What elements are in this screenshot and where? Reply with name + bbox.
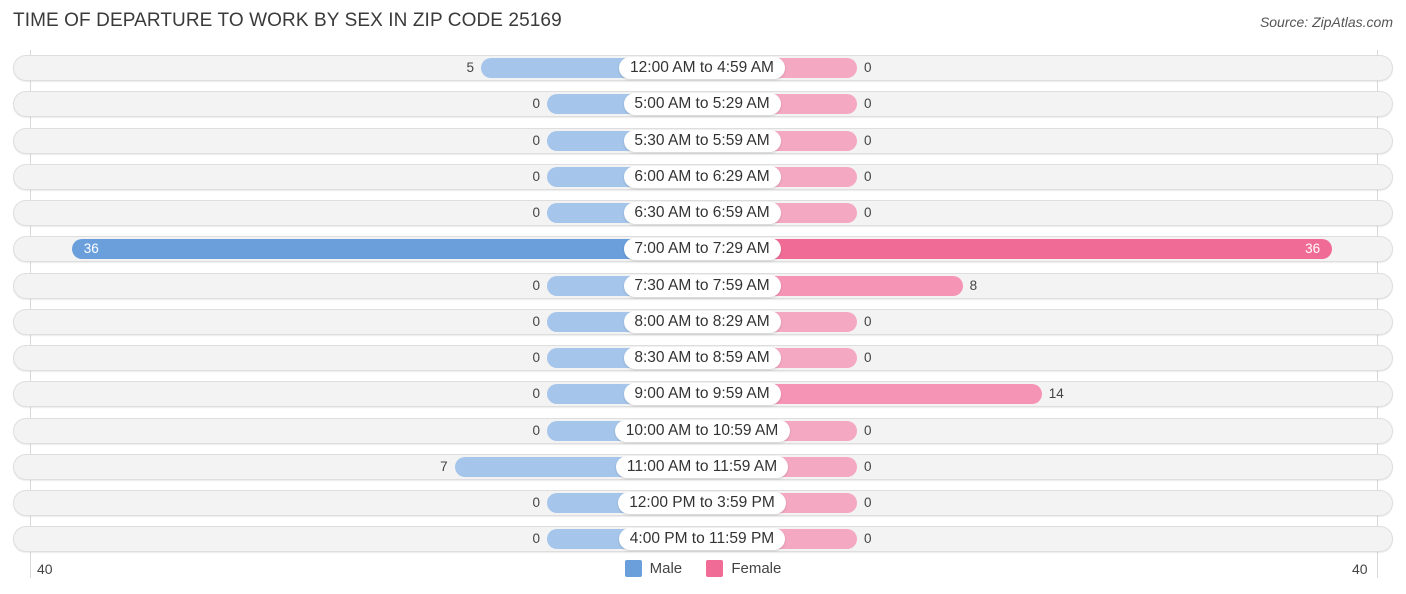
value-label-male: 7 [440, 458, 448, 474]
value-label-male: 0 [532, 132, 540, 148]
value-label-male: 5 [466, 60, 474, 75]
value-label-female: 0 [864, 168, 872, 184]
value-label-female: 0 [864, 458, 872, 474]
value-label-female: 8 [969, 277, 978, 293]
value-label-female: 0 [864, 96, 872, 112]
category-label: 9:00 AM to 9:59 AM [623, 383, 781, 406]
value-label-male: 0 [532, 277, 540, 293]
value-label-female: 0 [864, 495, 872, 510]
legend: Male Female [0, 560, 1406, 581]
value-label-male: 0 [532, 495, 540, 510]
value-label-female: 0 [864, 422, 872, 438]
value-label-female: 0 [864, 60, 872, 75]
category-label: 5:30 AM to 5:59 AM [623, 129, 781, 152]
value-label-male: 0 [532, 96, 540, 112]
legend-item-female[interactable]: Female [706, 560, 781, 577]
value-label-male: 0 [532, 350, 540, 365]
legend-item-male[interactable]: Male [624, 560, 683, 577]
category-label: 12:00 PM to 3:59 PM [618, 492, 786, 514]
category-label: 12:00 AM to 4:59 AM [619, 57, 785, 79]
legend-label-female: Female [731, 560, 782, 577]
value-label-male: 0 [532, 205, 540, 220]
value-label-male: 0 [532, 168, 540, 184]
bar-female[interactable] [702, 239, 1333, 260]
value-label-male: 36 [83, 241, 99, 257]
category-label: 8:30 AM to 8:59 AM [623, 347, 781, 369]
source-label: Source: ZipAtlas.com [1259, 14, 1393, 30]
value-label-female: 0 [864, 313, 872, 329]
value-label-female: 0 [864, 132, 872, 148]
value-label-female: 14 [1048, 386, 1064, 402]
legend-label-male: Male [649, 560, 683, 577]
value-label-female: 0 [864, 350, 872, 365]
category-label: 7:30 AM to 7:59 AM [623, 274, 781, 297]
bar-male[interactable] [71, 239, 702, 260]
chart-title: TIME OF DEPARTURE TO WORK BY SEX IN ZIP … [13, 10, 562, 31]
value-label-male: 0 [532, 422, 540, 438]
category-label: 7:00 AM to 7:29 AM [623, 238, 781, 261]
legend-swatch-male [624, 560, 642, 577]
category-label: 10:00 AM to 10:59 AM [614, 419, 790, 442]
value-label-male: 0 [532, 386, 540, 402]
category-label: 5:00 AM to 5:29 AM [623, 93, 781, 116]
category-label: 8:00 AM to 8:29 AM [623, 310, 781, 333]
legend-swatch-female [706, 560, 724, 577]
value-label-female: 0 [864, 205, 872, 220]
value-label-male: 0 [532, 531, 540, 547]
value-label-male: 0 [532, 313, 540, 329]
value-label-female: 0 [864, 531, 872, 547]
category-label: 6:00 AM to 6:29 AM [623, 165, 781, 188]
value-label-female: 36 [1305, 241, 1321, 257]
category-label: 6:30 AM to 6:59 AM [623, 202, 781, 224]
category-label: 11:00 AM to 11:59 AM [616, 455, 788, 478]
category-label: 4:00 PM to 11:59 PM [619, 528, 785, 551]
